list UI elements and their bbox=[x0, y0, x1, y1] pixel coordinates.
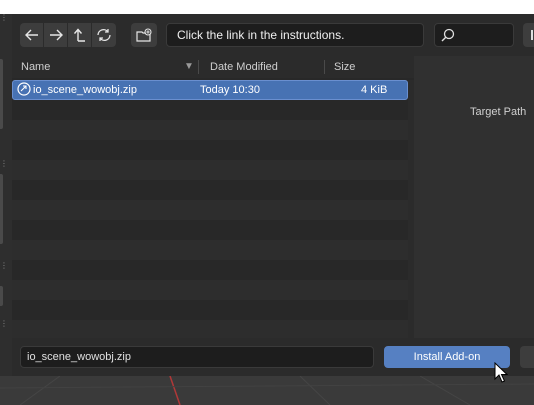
arrow-left-icon bbox=[24, 29, 38, 41]
empty-row bbox=[12, 140, 408, 160]
viewport-grid bbox=[0, 376, 534, 405]
refresh-icon bbox=[97, 29, 111, 41]
drag-handle-icon[interactable]: ⋮ bbox=[0, 160, 8, 170]
region-tab[interactable] bbox=[0, 59, 3, 129]
empty-row bbox=[12, 100, 408, 120]
search-icon bbox=[441, 28, 455, 42]
file-row[interactable]: io_scene_wowobj.zip Today 10:30 4 KiB bbox=[12, 80, 408, 100]
region-tab[interactable] bbox=[0, 174, 3, 244]
display-mode-button[interactable] bbox=[523, 23, 534, 47]
directory-path-field[interactable]: Click the link in the instructions. bbox=[166, 23, 424, 47]
empty-row bbox=[12, 220, 408, 240]
cancel-button[interactable] bbox=[520, 346, 534, 368]
drag-handle-icon[interactable]: ⋮ bbox=[0, 320, 8, 330]
file-addon-icon bbox=[17, 82, 31, 102]
left-region-strip: ⋮ ⋮ ⋮ ⋮ bbox=[0, 14, 12, 376]
file-name: io_scene_wowobj.zip bbox=[33, 84, 137, 96]
new-folder-button[interactable] bbox=[131, 23, 157, 47]
column-name-header[interactable]: Name bbox=[21, 56, 50, 78]
target-path-label: Target Path bbox=[470, 106, 527, 118]
file-date: Today 10:30 bbox=[200, 84, 260, 96]
empty-row bbox=[12, 180, 408, 200]
mouse-cursor-icon bbox=[494, 362, 508, 383]
file-rows: io_scene_wowobj.zip Today 10:30 4 KiB bbox=[12, 80, 408, 338]
list-view-icon bbox=[531, 30, 533, 40]
drag-handle-icon[interactable]: ⋮ bbox=[0, 262, 8, 272]
region-tab[interactable] bbox=[0, 286, 3, 306]
navigation-buttons bbox=[20, 23, 116, 47]
column-header-row: Name ▼ Date Modified Size bbox=[12, 56, 414, 78]
column-size-header[interactable]: Size bbox=[334, 56, 355, 78]
empty-row bbox=[12, 160, 408, 180]
3d-viewport-background bbox=[0, 376, 534, 405]
column-date-header[interactable]: Date Modified bbox=[210, 56, 278, 78]
parent-directory-button[interactable] bbox=[68, 23, 92, 47]
sort-descending-icon[interactable]: ▼ bbox=[184, 56, 194, 78]
column-divider[interactable] bbox=[198, 60, 199, 74]
empty-row bbox=[12, 200, 408, 220]
file-browser-footer: io_scene_wowobj.zip Install Add-on bbox=[12, 338, 534, 376]
file-browser-header: Click the link in the instructions. bbox=[12, 14, 534, 56]
forward-button[interactable] bbox=[44, 23, 68, 47]
empty-row bbox=[12, 280, 408, 300]
empty-row bbox=[12, 260, 408, 280]
empty-row bbox=[12, 120, 408, 140]
column-divider[interactable] bbox=[324, 60, 325, 74]
new-folder-icon bbox=[136, 28, 152, 42]
file-browser-dialog: ⋮ ⋮ ⋮ ⋮ Click the link in the instructio… bbox=[0, 14, 534, 376]
install-addon-button[interactable]: Install Add-on bbox=[384, 346, 510, 368]
file-size: 4 KiB bbox=[361, 84, 388, 96]
operator-settings-panel: Target Path bbox=[414, 56, 534, 338]
filename-field[interactable]: io_scene_wowobj.zip bbox=[20, 346, 374, 368]
file-list: Name ▼ Date Modified Size io_scene_wowob… bbox=[12, 56, 414, 338]
search-field[interactable] bbox=[434, 23, 514, 47]
empty-row bbox=[12, 300, 408, 320]
parent-directory-icon bbox=[73, 28, 85, 42]
empty-row bbox=[12, 240, 408, 260]
back-button[interactable] bbox=[20, 23, 44, 47]
arrow-right-icon bbox=[49, 29, 63, 41]
drag-handle-icon[interactable]: ⋮ bbox=[0, 14, 8, 24]
refresh-button[interactable] bbox=[92, 23, 116, 47]
empty-row bbox=[12, 320, 408, 338]
